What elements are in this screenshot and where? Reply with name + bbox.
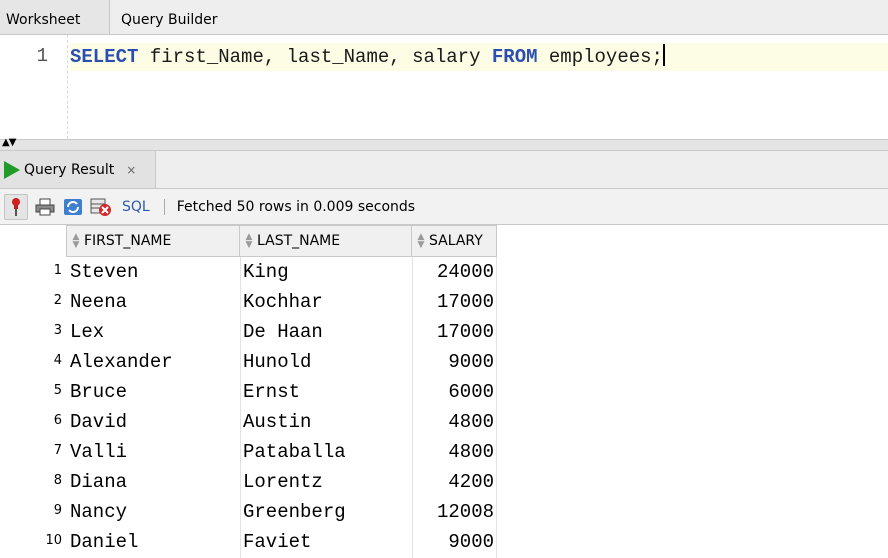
line-number: 1 [36,45,48,67]
row-number: 4 [53,353,62,368]
cell-salary[interactable]: 24000 [413,257,496,287]
cell-salary[interactable]: 4800 [413,437,496,467]
sql-table: employees; [537,46,663,68]
cell-last-name[interactable]: Greenberg [241,497,412,527]
result-toolbar: SQL Fetched 50 rows in 0.009 seconds [0,189,888,225]
cell-salary[interactable]: 17000 [413,317,496,347]
result-tab-bar: Query Result × [0,151,888,189]
cell-salary[interactable]: 12008 [413,497,496,527]
table-row[interactable]: 7 Valli Pataballa 4800 [0,437,888,467]
collapse-arrows-icon[interactable]: ▲▼ [2,138,16,148]
editor-tab-bar: Worksheet Query Builder [0,0,888,35]
keyword-select: SELECT [70,46,139,68]
table-row[interactable]: 4 Alexander Hunold 9000 [0,347,888,377]
cell-last-name[interactable]: Lorentz [241,467,412,497]
row-number: 10 [45,533,62,548]
delete-button[interactable] [90,195,112,219]
delete-icon [90,198,111,216]
cell-last-name[interactable]: Austin [241,407,412,437]
cell-first-name[interactable]: Alexander [68,347,240,377]
toolbar-separator [163,198,165,215]
tab-query-result[interactable]: Query Result × [0,151,156,188]
cell-first-name[interactable]: Lex [68,317,240,347]
print-button[interactable] [34,195,56,219]
print-icon [35,198,55,215]
table-row[interactable]: 8 Diana Lorentz 4200 [0,467,888,497]
cell-first-name[interactable]: Valli [68,437,240,467]
result-grid: ▲ ▼ FIRST_NAME ▲ ▼ LAST_NAME ▲ ▼ SALARY 1 S… [0,225,888,558]
cell-salary[interactable]: 6000 [413,377,496,407]
row-number: 1 [53,263,62,278]
pin-button[interactable] [4,193,28,220]
line-gutter: 1 [0,35,64,139]
cell-salary[interactable]: 4800 [413,407,496,437]
keyword-from: FROM [491,46,538,68]
sort-icon: ▲ ▼ [417,232,425,250]
cell-last-name[interactable]: King [241,257,412,287]
cell-first-name[interactable]: Neena [68,287,240,317]
row-number: 9 [53,503,62,518]
row-number: 7 [53,443,62,458]
sort-icon: ▲ ▼ [72,232,80,250]
table-row[interactable]: 5 Bruce Ernst 6000 [0,377,888,407]
column-header-salary[interactable]: ▲ ▼ SALARY [412,225,497,257]
row-number: 3 [53,323,62,338]
close-icon[interactable]: × [126,163,136,177]
row-number: 5 [53,383,62,398]
sql-editor[interactable]: 1 SELECT first_Name, last_Name, salary F… [0,35,888,140]
table-row[interactable]: 6 David Austin 4800 [0,407,888,437]
cell-last-name[interactable]: Ernst [241,377,412,407]
column-header-label: SALARY [429,233,483,249]
row-number: 6 [53,413,62,428]
row-number: 2 [53,293,62,308]
table-row[interactable]: 1 Steven King 24000 [0,257,888,287]
column-header-last-name[interactable]: ▲ ▼ LAST_NAME [240,225,412,257]
table-row[interactable]: 2 Neena Kochhar 17000 [0,287,888,317]
cell-last-name[interactable]: Hunold [241,347,412,377]
grid-header: ▲ ▼ FIRST_NAME ▲ ▼ LAST_NAME ▲ ▼ SALARY [0,225,888,257]
cell-first-name[interactable]: Daniel [68,527,240,557]
table-row[interactable]: 10 Daniel Faviet 9000 [0,527,888,557]
tab-worksheet[interactable]: Worksheet [0,0,110,34]
gutter-separator [67,35,68,139]
tab-query-builder[interactable]: Query Builder [115,0,224,34]
sql-link[interactable]: SQL [122,199,150,215]
fetch-status: Fetched 50 rows in 0.009 seconds [176,198,416,215]
cell-salary[interactable]: 9000 [413,527,496,557]
refresh-icon [64,198,82,215]
pane-splitter[interactable]: ▲▼ [0,138,888,151]
column-header-label: LAST_NAME [257,233,341,249]
play-icon [4,160,20,179]
cell-first-name[interactable]: Bruce [68,377,240,407]
cell-first-name[interactable]: Steven [68,257,240,287]
column-header-first-name[interactable]: ▲ ▼ FIRST_NAME [66,225,240,257]
cell-first-name[interactable]: Diana [68,467,240,497]
cell-first-name[interactable]: David [68,407,240,437]
cell-salary[interactable]: 17000 [413,287,496,317]
sql-columns: first_Name, last_Name, salary [138,46,492,68]
refresh-button[interactable] [62,195,84,219]
result-tab-label: Query Result [24,161,115,178]
row-number: 8 [53,473,62,488]
cell-last-name[interactable]: De Haan [241,317,412,347]
table-row[interactable]: 3 Lex De Haan 17000 [0,317,888,347]
cell-last-name[interactable]: Kochhar [241,287,412,317]
text-caret [662,44,665,66]
table-row[interactable]: 9 Nancy Greenberg 12008 [0,497,888,527]
cell-salary[interactable]: 4200 [413,467,496,497]
cell-last-name[interactable]: Pataballa [241,437,412,467]
sort-icon: ▲ ▼ [245,232,253,250]
pin-icon [12,197,20,216]
code-line[interactable]: SELECT first_Name, last_Name, salary FRO… [70,43,888,71]
cell-last-name[interactable]: Faviet [241,527,412,557]
column-header-label: FIRST_NAME [84,233,172,249]
cell-first-name[interactable]: Nancy [68,497,240,527]
cell-salary[interactable]: 9000 [413,347,496,377]
